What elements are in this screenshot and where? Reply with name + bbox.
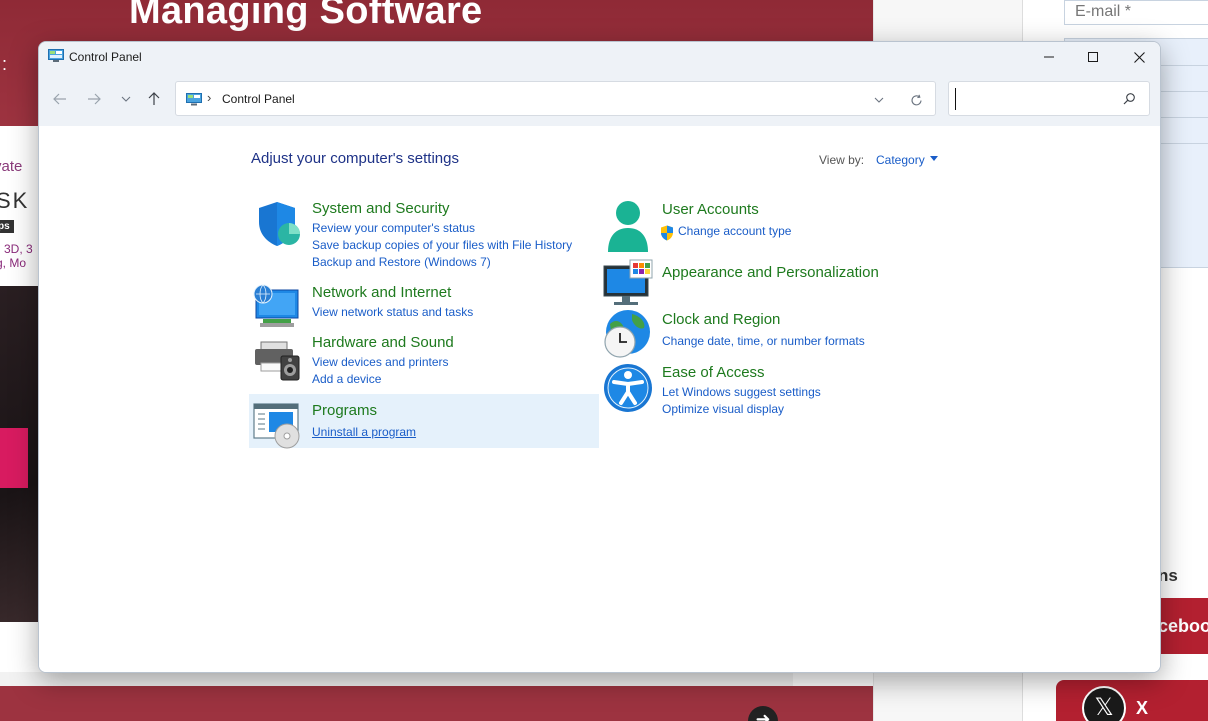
link-optimize-display[interactable]: Optimize visual display — [662, 402, 784, 416]
x-share-label: X — [1136, 698, 1149, 718]
background-bottom-strip — [0, 672, 793, 686]
control-panel-icon — [186, 93, 202, 106]
search-input[interactable] — [955, 88, 1115, 110]
category-title[interactable]: Programs — [312, 402, 377, 419]
monitor-palette-icon[interactable] — [602, 258, 654, 310]
link-change-account-type[interactable]: Change account type — [678, 224, 791, 238]
search-box[interactable] — [948, 81, 1150, 116]
printer-speaker-icon[interactable] — [251, 332, 303, 384]
maximize-icon — [1088, 52, 1098, 62]
category-title[interactable]: System and Security — [312, 200, 450, 217]
category-title[interactable]: Network and Internet — [312, 284, 451, 301]
link-add-device[interactable]: Add a device — [312, 372, 381, 386]
navigation-bar: › Control Panel — [39, 72, 1160, 126]
breadcrumb-separator: › — [207, 90, 212, 105]
category-title[interactable]: Ease of Access — [662, 364, 765, 381]
link-file-history[interactable]: Save backup copies of your files with Fi… — [312, 238, 572, 252]
arrow-up-icon — [148, 92, 160, 105]
background-left-text: vate SK ps 3D, 3 g, Mo — [0, 126, 38, 286]
category-hardware-sound: Hardware and Sound View devices and prin… — [251, 332, 591, 390]
breadcrumb[interactable]: Control Panel — [222, 92, 295, 106]
background-image — [0, 286, 38, 622]
uac-shield-icon — [661, 225, 673, 241]
minimize-icon — [1044, 56, 1054, 58]
view-by-label: View by: — [819, 153, 865, 167]
control-panel-icon — [48, 49, 64, 62]
link-suggest-settings[interactable]: Let Windows suggest settings — [662, 385, 821, 399]
title-bar[interactable]: Control Panel — [39, 42, 1160, 72]
maximize-button[interactable] — [1070, 42, 1116, 72]
link-network-status[interactable]: View network status and tasks — [312, 305, 473, 319]
arrow-right-icon — [88, 93, 101, 105]
network-monitor-icon[interactable] — [251, 282, 303, 334]
recent-locations-button[interactable] — [113, 86, 139, 112]
close-icon — [1133, 51, 1145, 63]
forward-button[interactable] — [81, 86, 107, 112]
category-network-internet: Network and Internet View network status… — [251, 282, 591, 328]
background-text-4: 3D, 3 — [4, 242, 33, 256]
refresh-button[interactable] — [906, 90, 926, 110]
background-text-5: g, Mo — [0, 256, 27, 270]
category-programs[interactable]: Programs Uninstall a program — [249, 394, 599, 450]
x-share-button[interactable]: 𝕏 X — [1056, 680, 1208, 721]
refresh-icon — [910, 94, 922, 105]
facebook-share-button[interactable]: ceboo — [1158, 598, 1208, 654]
x-logo-icon: 𝕏 — [1082, 686, 1126, 721]
link-review-status[interactable]: Review your computer's status — [312, 221, 475, 235]
category-system-security: System and Security Review your computer… — [251, 198, 591, 269]
category-title[interactable]: Appearance and Personalization — [662, 264, 879, 281]
close-button[interactable] — [1116, 42, 1160, 72]
accessibility-icon[interactable] — [602, 362, 654, 414]
background-banner-colon: : — [2, 54, 8, 74]
background-text-3: ps — [0, 220, 14, 233]
category-title[interactable]: User Accounts — [662, 201, 759, 218]
category-user-accounts: User Accounts Change account type — [602, 200, 942, 252]
link-devices-printers[interactable]: View devices and printers — [312, 355, 449, 369]
background-text-1: vate — [0, 158, 23, 175]
programs-disc-icon[interactable] — [251, 398, 303, 450]
link-backup-restore[interactable]: Backup and Restore (Windows 7) — [312, 255, 491, 269]
arrow-left-icon — [53, 93, 66, 105]
page-title: Adjust your computer's settings — [251, 150, 459, 167]
minimize-button[interactable] — [1026, 42, 1072, 72]
chevron-down-icon — [874, 97, 884, 103]
background-text-2: SK — [0, 188, 30, 213]
user-icon[interactable] — [602, 200, 654, 252]
back-button[interactable] — [47, 86, 73, 112]
background-image-accent — [0, 428, 28, 488]
globe-clock-icon[interactable] — [602, 308, 654, 360]
category-title[interactable]: Hardware and Sound — [312, 334, 454, 351]
category-ease-of-access: Ease of Access Let Windows suggest setti… — [602, 362, 942, 422]
link-uninstall-program[interactable]: Uninstall a program — [312, 425, 416, 439]
view-by-dropdown[interactable]: Category — [876, 153, 925, 167]
category-title[interactable]: Clock and Region — [662, 311, 780, 328]
address-dropdown-button[interactable] — [870, 91, 888, 109]
link-date-time-formats[interactable]: Change date, time, or number formats — [662, 334, 865, 348]
address-bar[interactable]: › Control Panel — [175, 81, 936, 116]
chevron-down-icon — [121, 96, 131, 102]
category-clock-region: Clock and Region Change date, time, or n… — [602, 308, 942, 360]
background-bottom-bar — [0, 686, 873, 721]
control-panel-content: Adjust your computer's settings View by:… — [39, 126, 1160, 672]
caret-down-icon[interactable] — [930, 156, 938, 161]
shield-icon[interactable] — [251, 198, 303, 250]
control-panel-window: Control Panel › Control Panel Adjust you… — [38, 41, 1161, 673]
window-title: Control Panel — [69, 50, 142, 64]
up-button[interactable] — [141, 86, 167, 112]
background-banner-title: Managing Software — [129, 0, 483, 32]
category-appearance: Appearance and Personalization — [602, 258, 942, 305]
email-field[interactable]: E-mail * — [1064, 0, 1208, 25]
search-icon[interactable] — [1121, 91, 1137, 107]
